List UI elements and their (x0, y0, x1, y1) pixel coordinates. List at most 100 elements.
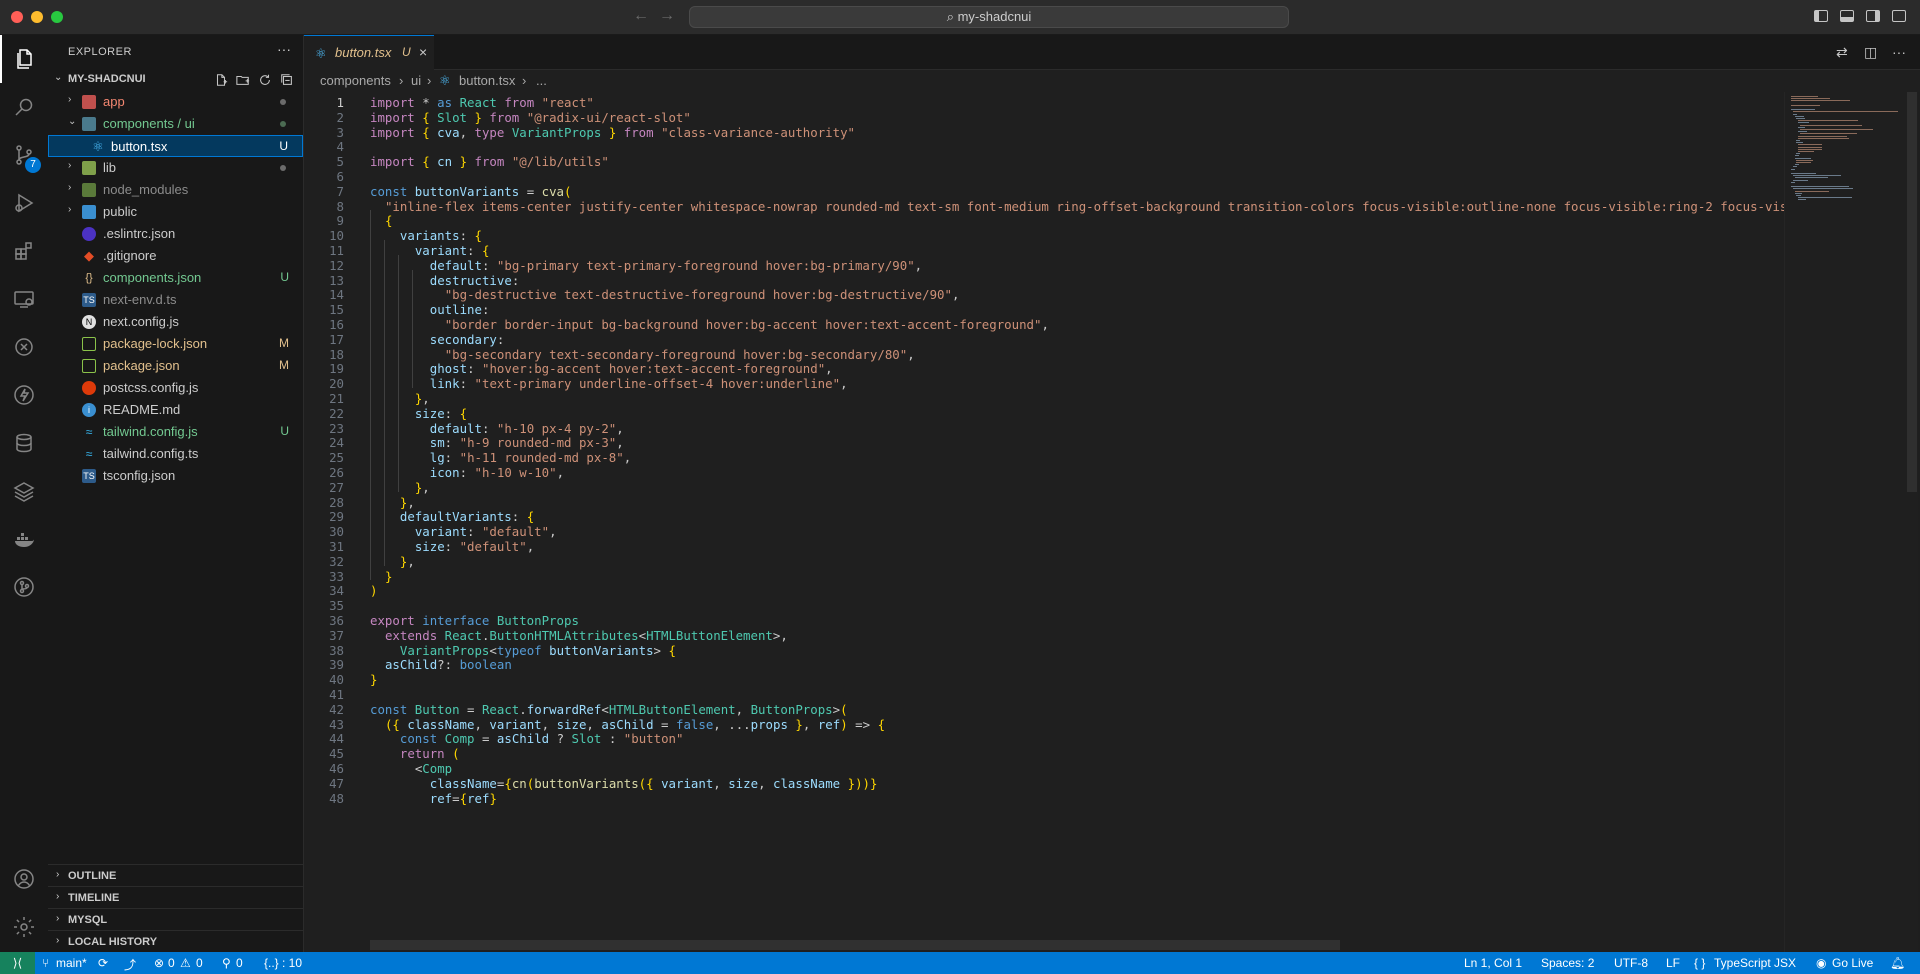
close-window-button[interactable] (11, 11, 23, 23)
minimap[interactable] (1784, 92, 1904, 952)
forward-arrow-icon[interactable]: → (659, 7, 675, 25)
testing-icon[interactable] (0, 323, 48, 371)
remote-indicator-icon[interactable]: ⟩⟨ (0, 952, 35, 974)
tree-file-button-tsx[interactable]: ⚛ button.tsx U (48, 135, 303, 157)
mysql-panel-header[interactable]: › MYSQL (48, 908, 303, 930)
minimap-line (1798, 131, 1808, 133)
tree-folder-public[interactable]: › public (48, 201, 303, 223)
breadcrumb-item[interactable]: ui (411, 73, 421, 88)
timeline-panel-header[interactable]: › TIMELINE (48, 886, 303, 908)
chevron-right-icon: › (68, 94, 72, 105)
minimap-line (1794, 164, 1799, 166)
customize-layout-icon[interactable] (1892, 10, 1906, 22)
end-of-line[interactable]: LF (1666, 956, 1680, 970)
run-debug-icon[interactable] (0, 179, 48, 227)
layers-icon[interactable] (0, 467, 48, 515)
explorer-sidebar: EXPLORER ··· ⌄ MY-SHADCNUI › app ⌄ compo… (48, 35, 304, 952)
breadcrumb-item[interactable]: ... (536, 73, 547, 88)
tree-file-gitignore[interactable]: ◆ .gitignore (48, 245, 303, 267)
tree-file-tailwind-config-ts[interactable]: ≈ tailwind.config.ts (48, 443, 303, 465)
tree-folder-node-modules[interactable]: › node_modules (48, 179, 303, 201)
git-status-badge: U (280, 270, 289, 284)
sync-icon[interactable]: ⟳ (98, 956, 108, 970)
toggle-secondary-sidebar-icon[interactable] (1866, 10, 1880, 22)
workspace-root[interactable]: ⌄ MY-SHADCNUI (48, 70, 303, 90)
git-branch[interactable]: main* (56, 956, 87, 970)
database-icon[interactable] (0, 419, 48, 467)
tree-folder-app[interactable]: › app (48, 91, 303, 113)
folder-node-icon (82, 183, 96, 197)
warning-count[interactable]: 0 (196, 956, 203, 970)
code-text[interactable]: ref={ref} (370, 790, 497, 808)
settings-gear-icon[interactable] (0, 903, 48, 951)
refresh-icon[interactable] (257, 72, 273, 88)
accounts-icon[interactable] (0, 855, 48, 903)
tree-file-package-json[interactable]: package.json M (48, 355, 303, 377)
minimize-window-button[interactable] (31, 11, 43, 23)
outline-panel-header[interactable]: › OUTLINE (48, 864, 303, 886)
breadcrumb-separator: › (427, 73, 432, 88)
tree-file-readme[interactable]: i README.md (48, 399, 303, 421)
error-count[interactable]: 0 (168, 956, 175, 970)
live-share-icon[interactable]: ⤴ (124, 956, 136, 973)
tab-button-tsx[interactable]: ⚛ button.tsx U × (304, 35, 434, 70)
notifications-bell-icon[interactable]: 🔔︎ (1890, 956, 1905, 970)
search-icon[interactable] (0, 83, 48, 131)
tree-folder-lib[interactable]: › lib (48, 157, 303, 179)
command-center-search[interactable]: ⌕ my-shadcnui (689, 6, 1289, 28)
code-editor[interactable]: 1 import * as React from "react" 2 import {… (304, 92, 1784, 952)
tsconfig-file-icon: TS (82, 469, 96, 483)
minimap-line (1796, 142, 1803, 144)
ports-count[interactable]: 0 (236, 956, 243, 970)
tree-file-components-json[interactable]: {} components.json U (48, 267, 303, 289)
tree-file-tailwind-config-js[interactable]: ≈ tailwind.config.js U (48, 421, 303, 443)
remote-explorer-icon[interactable] (0, 275, 48, 323)
git-graph-icon[interactable] (0, 563, 48, 611)
code-line[interactable]: 48 ref={ref} (304, 790, 1784, 808)
split-editor-icon[interactable]: ◫ (1864, 44, 1877, 61)
back-arrow-icon[interactable]: ← (633, 7, 649, 25)
toggle-primary-sidebar-icon[interactable] (1814, 10, 1828, 22)
selection-info[interactable]: {..} : 10 (264, 956, 302, 970)
tree-file-tsconfig[interactable]: TS tsconfig.json (48, 465, 303, 487)
cursor-position[interactable]: Ln 1, Col 1 (1464, 956, 1522, 970)
tree-item-label: .gitignore (103, 248, 157, 263)
more-actions-icon[interactable]: ··· (1892, 44, 1906, 60)
go-live-button[interactable]: Go Live (1832, 956, 1873, 970)
maximize-window-button[interactable] (51, 11, 63, 23)
open-changes-icon[interactable]: ⇄ (1836, 44, 1848, 61)
collapse-all-icon[interactable] (279, 72, 295, 88)
breadcrumb-separator: › (522, 73, 527, 88)
scrollbar-thumb[interactable] (1907, 92, 1917, 492)
toggle-panel-icon[interactable] (1840, 10, 1854, 22)
indentation[interactable]: Spaces: 2 (1541, 956, 1594, 970)
horizontal-scrollbar[interactable] (370, 940, 1340, 950)
file-encoding[interactable]: UTF-8 (1614, 956, 1648, 970)
minimap-line (1792, 113, 1797, 115)
tree-file-next-env[interactable]: TS next-env.d.ts (48, 289, 303, 311)
new-folder-icon[interactable] (235, 72, 251, 88)
tree-file-next-config[interactable]: N next.config.js (48, 311, 303, 333)
explorer-icon[interactable] (0, 35, 48, 83)
more-actions-icon[interactable]: ··· (277, 41, 291, 57)
source-control-icon[interactable]: 7 (0, 131, 48, 179)
minimap-line (1794, 192, 1802, 194)
tree-item-label: package.json (103, 358, 180, 373)
breadcrumb-item[interactable]: components (320, 73, 391, 88)
new-file-icon[interactable] (213, 72, 229, 88)
breadcrumb-item[interactable]: button.tsx (459, 73, 515, 88)
vertical-scrollbar[interactable] (1904, 92, 1918, 952)
language-mode[interactable]: TypeScript JSX (1714, 956, 1796, 970)
docker-icon[interactable] (0, 515, 48, 563)
tree-folder-components-ui[interactable]: ⌄ components / ui (48, 113, 303, 135)
tree-file-eslintrc[interactable]: .eslintrc.json (48, 223, 303, 245)
extensions-icon[interactable] (0, 227, 48, 275)
react-file-icon: ⚛ (315, 46, 327, 61)
indent-guide (398, 254, 399, 492)
close-tab-icon[interactable]: × (419, 44, 427, 60)
local-history-panel-header[interactable]: › LOCAL HISTORY (48, 930, 303, 952)
minimap-line (1791, 109, 1816, 111)
lightning-icon[interactable] (0, 371, 48, 419)
tree-file-postcss-config[interactable]: postcss.config.js (48, 377, 303, 399)
tree-file-package-lock[interactable]: package-lock.json M (48, 333, 303, 355)
